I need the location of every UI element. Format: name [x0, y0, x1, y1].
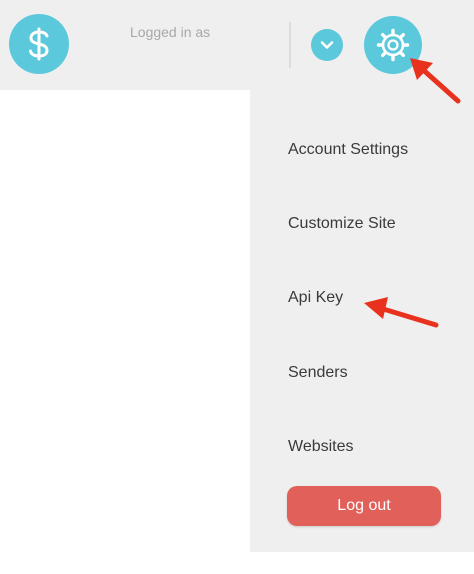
menu-item-account-settings[interactable]: Account Settings [288, 140, 408, 160]
annotation-arrow-api-key [364, 297, 439, 328]
menu-item-customize-site[interactable]: Customize Site [288, 214, 396, 234]
dollar-icon [29, 27, 49, 61]
menu-item-senders[interactable]: Senders [288, 363, 348, 383]
header-divider [289, 22, 291, 68]
menu-item-api-key[interactable]: Api Key [288, 288, 343, 308]
logged-in-label: Logged in as [130, 24, 211, 40]
billing-button[interactable] [9, 14, 69, 74]
account-dropdown-button[interactable] [311, 29, 343, 61]
menu-item-websites[interactable]: Websites [288, 437, 354, 457]
logout-button[interactable]: Log out [287, 486, 441, 526]
annotation-arrow-settings [410, 58, 461, 104]
chevron-down-icon [320, 41, 334, 49]
